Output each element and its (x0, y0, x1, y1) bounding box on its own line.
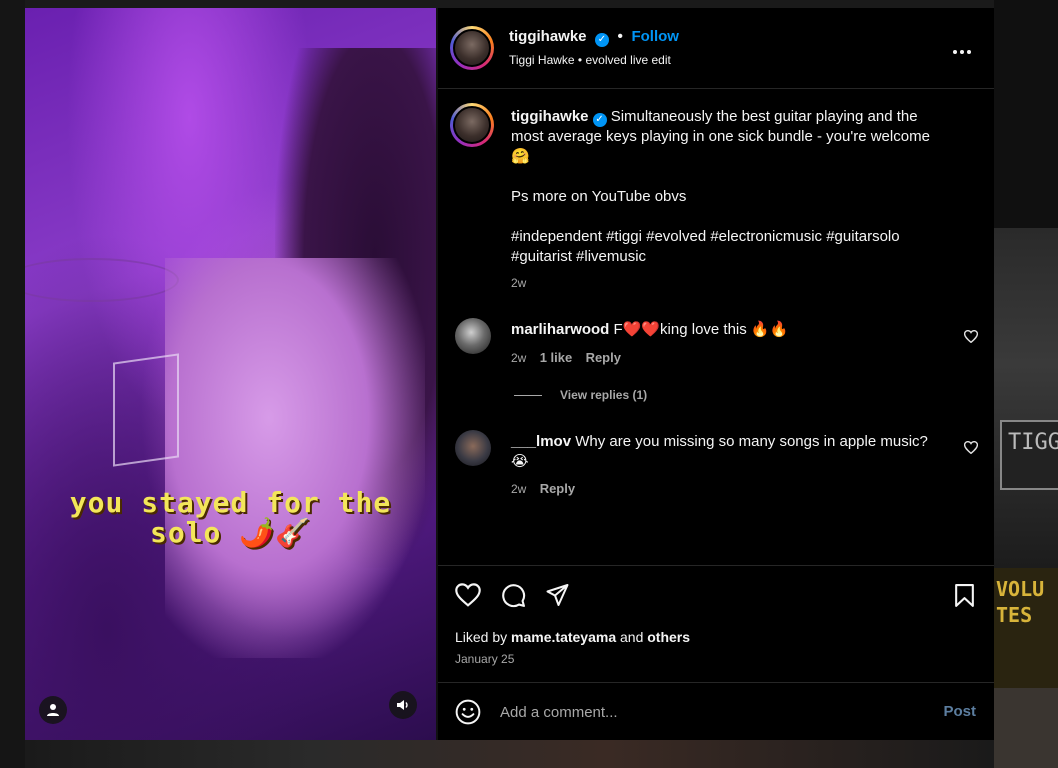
video-caption-overlay: you stayed for the solo 🌶️🎸 (25, 488, 436, 548)
view-replies-button[interactable]: View replies (1) (560, 388, 647, 402)
comment-timestamp[interactable]: 2w (511, 482, 526, 496)
media-shirt-shape (165, 258, 425, 658)
liked-by-others-link[interactable]: others (647, 629, 690, 645)
verified-badge-icon: ✓ (592, 113, 607, 127)
comment-timestamp[interactable]: 2w (511, 351, 526, 365)
background-thumbnail-bottom[interactable] (994, 688, 1058, 768)
comment-input[interactable] (498, 700, 902, 724)
video-caption-line-2: solo 🌶️🎸 (149, 516, 311, 549)
caption-ps-line: Ps more on YouTube obvs (511, 188, 687, 205)
media-monitor-shape (113, 353, 179, 467)
liked-by-prefix: Liked by (455, 629, 508, 645)
comment-meta: 2w 1 like Reply (511, 350, 621, 365)
liked-by-username[interactable]: mame.tateyama (511, 629, 616, 645)
caption-timestamp[interactable]: 2w (511, 273, 981, 293)
save-bookmark-icon[interactable] (954, 583, 975, 608)
caption-emoji: 🤗 (511, 148, 530, 165)
header-subtitle: Tiggi Hawke • evolved live edit (509, 53, 671, 67)
caption-hashtags-line-2[interactable]: #guitarist #livemusic (511, 247, 981, 267)
background-left-strip (0, 0, 25, 768)
subtitle-separator: • (577, 53, 583, 67)
background-poster-line-2: TES (996, 603, 1033, 627)
background-bottom-strip (25, 740, 994, 768)
post-details-panel: tiggihawke ✓ • Follow Tiggi Hawke • evol… (438, 8, 994, 740)
audio-artist-link[interactable]: Tiggi Hawke (509, 53, 575, 67)
audio-toggle-button[interactable] (389, 691, 417, 719)
comment-like-heart-icon[interactable] (964, 330, 978, 343)
media-cymbal-shape (25, 258, 179, 302)
view-replies-line (514, 395, 542, 396)
caption-text-line-1: Simultaneously the best guitar playing a… (610, 108, 918, 125)
add-comment-bar: Post (438, 682, 994, 741)
post-actions-section: Liked by mame.tateyama and others Januar… (438, 565, 994, 683)
comment-reply-button[interactable]: Reply (540, 481, 575, 496)
post-header: tiggihawke ✓ • Follow Tiggi Hawke • evol… (438, 8, 994, 89)
comment-item: marliharwood F❤️❤️king love this 🔥🔥 (511, 320, 951, 340)
post-date[interactable]: January 25 (455, 652, 514, 666)
comment-avatar[interactable] (455, 318, 491, 354)
post-media-video[interactable]: you stayed for the solo 🌶️🎸 (25, 8, 436, 740)
user-icon (47, 704, 59, 716)
caption-username[interactable]: tiggihawke (511, 108, 589, 125)
author-avatar-image (453, 29, 491, 67)
video-caption-line-1: you stayed for the (69, 486, 392, 519)
header-title-row: tiggihawke ✓ • Follow (509, 28, 679, 47)
post-caption: tiggihawke ✓ Simultaneously the best guit… (511, 107, 981, 293)
verified-badge-icon: ✓ (594, 33, 609, 47)
share-paper-plane-icon[interactable] (545, 583, 570, 607)
liked-by-and: and (620, 629, 644, 645)
like-heart-icon[interactable] (455, 583, 481, 607)
background-thumbnail[interactable] (994, 228, 1058, 568)
comment-reply-button[interactable]: Reply (586, 350, 621, 365)
speaker-icon (397, 700, 408, 710)
header-separator: • (617, 28, 624, 45)
tagged-users-button[interactable] (39, 696, 67, 724)
comment-avatar[interactable] (455, 430, 491, 466)
comment-item: ___lmov Why are you missing so many song… (511, 432, 951, 472)
author-username[interactable]: tiggihawke (509, 28, 587, 45)
comment-likes-count[interactable]: 1 like (540, 350, 573, 365)
background-sign-text: TIGG (1008, 430, 1058, 455)
post-comment-button[interactable]: Post (943, 703, 976, 720)
follow-button[interactable]: Follow (631, 28, 679, 45)
comment-username[interactable]: ___lmov (511, 433, 571, 450)
caption-text-line-2: most average keys playing in one sick bu… (511, 128, 930, 145)
background-top-strip (0, 0, 1058, 8)
comment-meta: 2w Reply (511, 481, 575, 496)
caption-hashtags-line-1[interactable]: #independent #tiggi #evolved #electronic… (511, 227, 981, 247)
author-avatar[interactable] (450, 26, 494, 70)
caption-avatar-image (453, 106, 491, 144)
background-poster-line-1: VOLU (996, 577, 1045, 601)
caption-avatar[interactable] (450, 103, 494, 147)
comment-text: F❤️❤️king love this 🔥🔥 (613, 321, 789, 338)
liked-by-line: Liked by mame.tateyama and others (455, 629, 690, 645)
comment-username[interactable]: marliharwood (511, 321, 609, 338)
comment-like-heart-icon[interactable] (964, 441, 978, 454)
comment-text: Why are you missing so many songs in app… (575, 433, 928, 450)
background-sign: TIGG (1000, 420, 1058, 490)
background-poster-text: VOLU TES (996, 576, 1044, 628)
comment-bubble-icon[interactable] (501, 583, 526, 608)
emoji-picker-icon[interactable] (455, 699, 481, 725)
comment-emoji: 😭 (511, 453, 529, 470)
more-options-icon[interactable] (952, 38, 972, 61)
audio-title-link[interactable]: evolved live edit (585, 53, 670, 67)
